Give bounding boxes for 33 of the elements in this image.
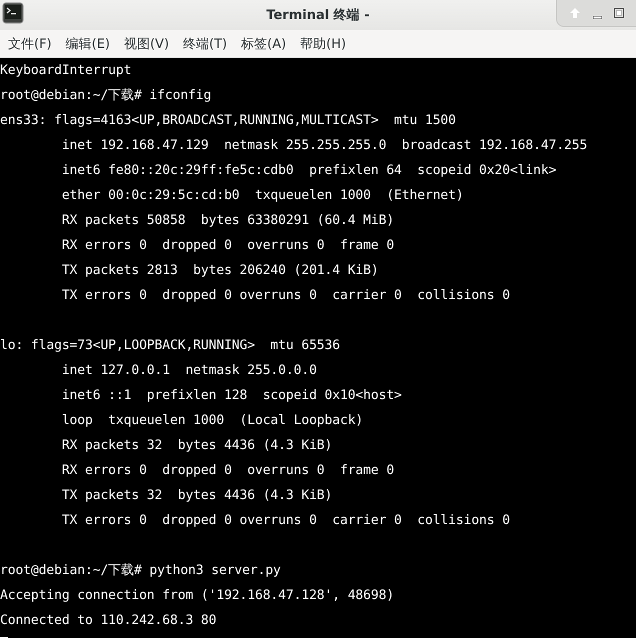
terminal-line: loop txqueuelen 1000 (Local Loopback) bbox=[60, 412, 364, 430]
terminal-line: ether 00:0c:29:5c:cd:b0 txqueuelen 1000 (Ethernet) bbox=[60, 187, 464, 205]
terminal-line: Accepting connection from ('192.168.47.128', 48698) bbox=[0, 587, 394, 605]
terminal-line: ens33: flags=4163<UP,BROADCAST,RUNNING,MULTICAST> mtu 1500 bbox=[0, 112, 456, 130]
terminal-line: TX errors 0 dropped 0 overruns 0 carrier 0 collisions 0 bbox=[60, 512, 510, 530]
terminal-line: root@debian:~/下载# ifconfig bbox=[0, 87, 212, 105]
terminal-line: Connected to 110.242.68.3 80 bbox=[0, 612, 216, 630]
terminal-line: RX errors 0 dropped 0 overruns 0 frame 0 bbox=[60, 237, 394, 255]
terminal-line: root@debian:~/下载# python3 server.py bbox=[0, 562, 281, 580]
menu-item[interactable]: 标签(A) bbox=[241, 30, 300, 57]
terminal-line: RX errors 0 dropped 0 overruns 0 frame 0 bbox=[60, 462, 394, 480]
menu-item[interactable]: 文件(F) bbox=[8, 30, 66, 57]
menu-item[interactable]: 终端(T) bbox=[183, 30, 242, 57]
terminal-line: lo: flags=73<UP,LOOPBACK,RUNNING> mtu 65536 bbox=[0, 337, 340, 355]
terminal-icon bbox=[2, 2, 24, 24]
maximize-icon bbox=[613, 7, 625, 19]
menu-item[interactable]: 编辑(E) bbox=[66, 30, 124, 57]
menu-item[interactable]: 帮助(H) bbox=[300, 30, 360, 57]
terminal-line: inet6 ::1 prefixlen 128 scopeid 0x10<host> bbox=[60, 387, 402, 405]
window-title: Terminal 终端 - bbox=[266, 7, 370, 24]
menu-item[interactable]: 视图(V) bbox=[124, 30, 184, 57]
terminal-line: inet 127.0.0.1 netmask 255.0.0.0 bbox=[60, 362, 317, 380]
terminal-line: RX packets 50858 bytes 63380291 (60.4 MiB) bbox=[60, 212, 394, 230]
terminal-line: RX packets 32 bytes 4436 (4.3 KiB) bbox=[60, 437, 332, 455]
up-arrow-icon bbox=[569, 7, 581, 19]
terminal-line: inet6 fe80::20c:29ff:fe5c:cdb0 prefixlen 64 scopeid 0x20<link> bbox=[60, 162, 556, 180]
terminal-line: TX errors 0 dropped 0 overruns 0 carrier 0 collisions 0 bbox=[60, 287, 510, 305]
maximize-button[interactable] bbox=[611, 5, 627, 21]
terminal-line: KeyboardInterrupt bbox=[0, 62, 132, 80]
minimize-icon bbox=[592, 16, 602, 18]
terminal-line: TX packets 32 bytes 4436 (4.3 KiB) bbox=[60, 487, 332, 505]
terminal-line: inet 192.168.47.129 netmask 255.255.255.0 broadcast 192.168.47.255 bbox=[60, 137, 588, 155]
terminal-line: TX packets 2813 bytes 206240 (201.4 KiB) bbox=[60, 262, 379, 280]
